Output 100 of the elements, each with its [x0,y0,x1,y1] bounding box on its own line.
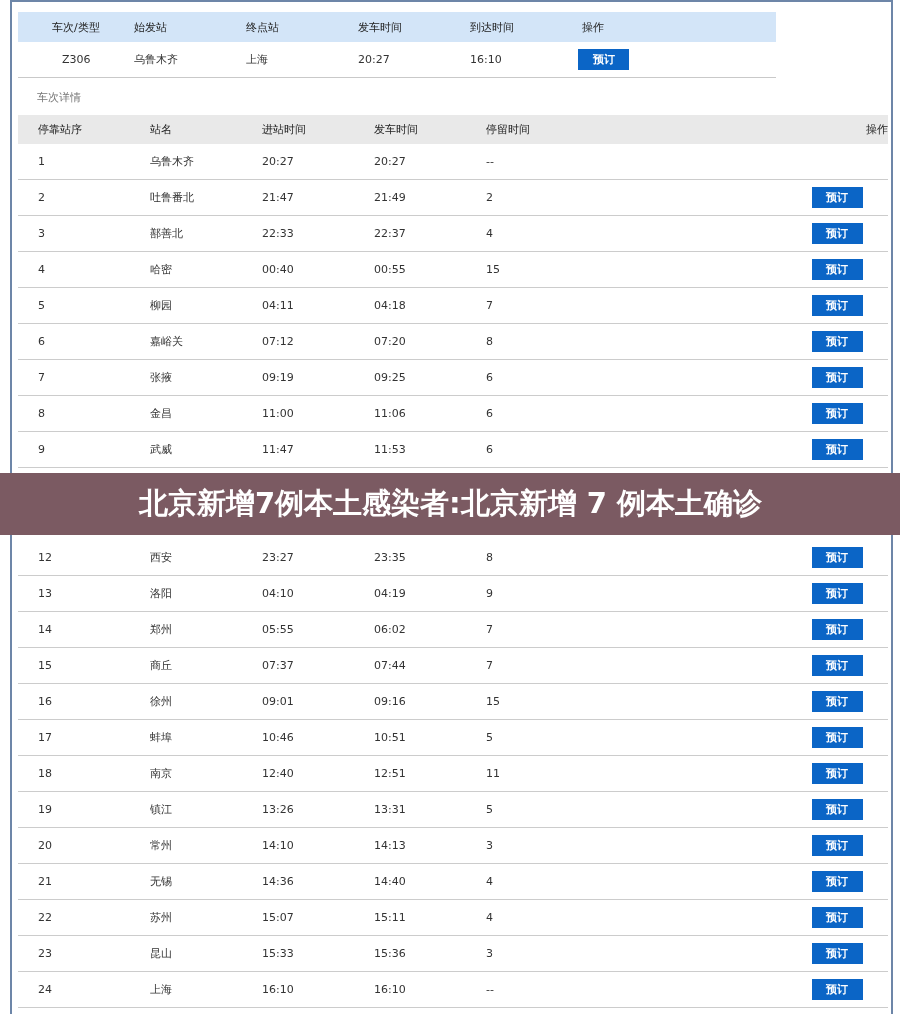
table-cell-text: 郑州 [149,622,173,637]
book-button[interactable]: 预订 [811,439,863,460]
table-cell-text: 13:26 [261,803,295,816]
book-button[interactable]: 预订 [811,871,863,892]
column-header: 发车时间 [373,122,419,137]
section-title: 车次详情 [36,90,82,106]
table-cell-text: 上海 [149,982,173,997]
table-cell-text: 11 [485,767,501,780]
table-cell-text: 09:16 [373,695,407,708]
table-cell-text: 11:00 [261,407,295,420]
table-cell-text: 12 [37,551,53,564]
table-cell-text: 12:51 [373,767,407,780]
table-cell-text: 6 [485,371,494,384]
table-cell-text: 哈密 [149,262,173,277]
book-button[interactable]: 预订 [811,259,863,280]
book-button[interactable]: 预订 [811,331,863,352]
table-cell-text: 10:51 [373,731,407,744]
table-cell-text: 6 [37,335,46,348]
table-cell-text: 7 [485,623,494,636]
table-cell-text: 04:11 [261,299,295,312]
table-cell-text: 3 [37,227,46,240]
table-cell-text: 4 [485,875,494,888]
book-button[interactable]: 预订 [811,187,863,208]
table-cell-text: 07:12 [261,335,295,348]
table-cell-text: 5 [485,731,494,744]
table-cell-text: 金昌 [149,406,173,421]
column-header: 终点站 [245,19,280,35]
book-button[interactable]: 预订 [811,583,863,604]
table-cell-text: 4 [485,911,494,924]
column-header: 站名 [149,122,173,137]
table-cell-text: 15 [485,695,501,708]
table-cell-text: 05:55 [261,623,295,636]
table-cell-text: 18 [37,767,53,780]
table-cell-text: 04:19 [373,587,407,600]
table-cell-text: 6 [485,443,494,456]
column-header: 始发站 [133,19,168,35]
table-cell-text: 武威 [149,442,173,457]
book-button[interactable]: 预订 [811,295,863,316]
book-button[interactable]: 预订 [811,943,863,964]
table-cell-text: 9 [37,443,46,456]
column-header: 操作 [581,19,605,35]
column-header: 车次/类型 [51,19,101,35]
book-button[interactable]: 预订 [811,619,863,640]
table-cell-text: 西安 [149,550,173,565]
book-button[interactable]: 预订 [811,727,863,748]
book-button[interactable]: 预订 [811,223,863,244]
table-cell-text: 1 [37,155,46,168]
table-cell-text: 9 [485,587,494,600]
table-cell-text: 洛阳 [149,586,173,601]
table-cell-text: 3 [485,839,494,852]
table-cell-text: 5 [485,803,494,816]
book-button[interactable]: 预订 [811,367,863,388]
table-cell-text: 10:46 [261,731,295,744]
table-cell-text: -- [485,983,495,996]
headline-banner: 北京新增7例本土感染者:北京新增 7 例本土确诊 [0,473,900,535]
table-cell-text: 11:53 [373,443,407,456]
book-button[interactable]: 预订 [578,49,629,70]
book-button[interactable]: 预订 [811,403,863,424]
table-cell-text: 21:49 [373,191,407,204]
table-cell-text: 16:10 [469,53,503,66]
table-cell-text: 15:36 [373,947,407,960]
table-cell-text: 嘉峪关 [149,334,184,349]
table-cell-text: 上海 [245,52,269,67]
book-button[interactable]: 预订 [811,979,863,1000]
table-cell-text: 09:01 [261,695,295,708]
table-cell-text: 07:20 [373,335,407,348]
table-cell-text: 20:27 [357,53,391,66]
table-cell-text: 13 [37,587,53,600]
book-button[interactable]: 预订 [811,547,863,568]
table-cell-text: 吐鲁番北 [149,190,195,205]
table-cell-text: 06:02 [373,623,407,636]
table-cell-text: 乌鲁木齐 [149,154,195,169]
book-button[interactable]: 预订 [811,763,863,784]
table-cell-text: 14:10 [261,839,295,852]
table-cell-text: 15 [37,659,53,672]
table-cell-text: 无锡 [149,874,173,889]
table-cell-text: 南京 [149,766,173,781]
table-cell-text: 14 [37,623,53,636]
table-cell-text: 8 [37,407,46,420]
table-cell-text: 09:25 [373,371,407,384]
table-cell-text: 徐州 [149,694,173,709]
table-cell-text: 8 [485,335,494,348]
table-cell-text: 张掖 [149,370,173,385]
book-button[interactable]: 预订 [811,907,863,928]
table-cell-text: 22:33 [261,227,295,240]
table-cell-text: 蚌埠 [149,730,173,745]
book-button[interactable]: 预订 [811,835,863,856]
table-cell-text: 09:19 [261,371,295,384]
table-cell-text: 常州 [149,838,173,853]
book-button[interactable]: 预订 [811,655,863,676]
table-cell-text: 20:27 [261,155,295,168]
table-cell-text: 4 [485,227,494,240]
book-button[interactable]: 预订 [811,799,863,820]
book-button[interactable]: 预订 [811,691,863,712]
table-cell-text: 11:06 [373,407,407,420]
column-header: 进站时间 [261,122,307,137]
table-cell-text: 苏州 [149,910,173,925]
table-cell-text: -- [485,155,495,168]
table-cell-text: 3 [485,947,494,960]
table-cell-text: 15 [485,263,501,276]
